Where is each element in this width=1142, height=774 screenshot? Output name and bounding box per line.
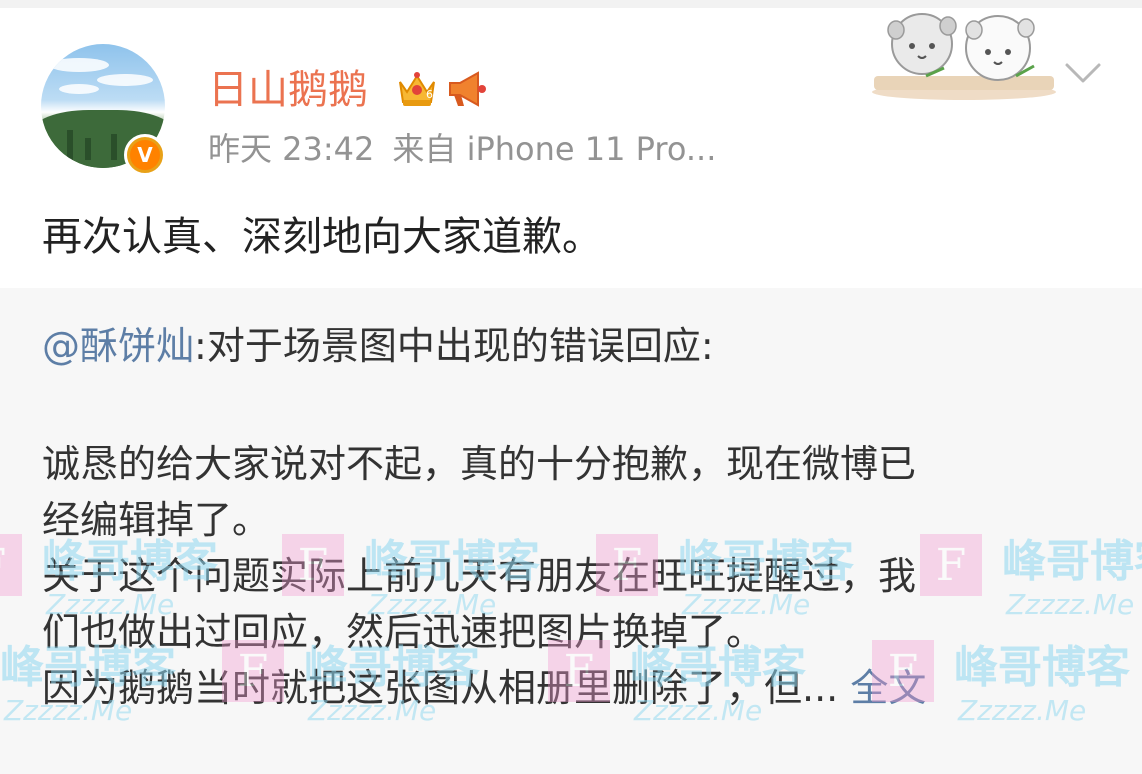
post-text: 再次认真、深刻地向大家道歉。	[42, 214, 602, 260]
post-meta: 昨天 23:42 来自 iPhone 11 Pro...	[208, 128, 734, 170]
username[interactable]: 日山鹅鹅	[208, 64, 368, 116]
verified-badge-icon: V	[124, 134, 166, 176]
repost-title: @酥饼灿:对于场景图中出现的错误回应:	[42, 318, 714, 374]
vip-crown-icon[interactable]: 6	[396, 68, 438, 110]
repost-title-text: :对于场景图中出现的错误回应:	[194, 324, 714, 368]
mention-link[interactable]: @酥饼灿	[42, 324, 194, 368]
repost-line-last: 因为鹅鹅当时就把这张图从相册里删除了，但... 全文	[42, 660, 1112, 716]
repost-body: 诚恳的给大家说对不起，真的十分抱歉，现在微博已 经编辑掉了。 关于这个问题实际上…	[42, 436, 1112, 716]
svg-text:6: 6	[426, 88, 433, 101]
full-text-link[interactable]: 全文	[850, 666, 926, 710]
repost-line: 经编辑掉了。	[42, 498, 271, 542]
repost-line: 诚恳的给大家说对不起，真的十分抱歉，现在微博已	[42, 442, 917, 486]
megaphone-icon[interactable]	[444, 68, 488, 110]
post-time: 昨天 23:42	[208, 130, 375, 168]
repost-line: 关于这个问题实际上前几天有朋友在旺旺提醒过，我	[42, 554, 917, 598]
chevron-down-icon[interactable]	[1064, 60, 1102, 86]
cartoon-decoration	[872, 13, 1056, 100]
repost-line: 因为鹅鹅当时就把这张图从相册里删除了，但...	[42, 666, 851, 710]
reposted-content[interactable]: @酥饼灿:对于场景图中出现的错误回应: 诚恳的给大家说对不起，真的十分抱歉，现在…	[0, 288, 1142, 774]
post-source[interactable]: 来自 iPhone 11 Pro...	[392, 130, 716, 168]
repost-line: 们也做出过回应，然后迅速把图片换掉了。	[42, 610, 765, 654]
